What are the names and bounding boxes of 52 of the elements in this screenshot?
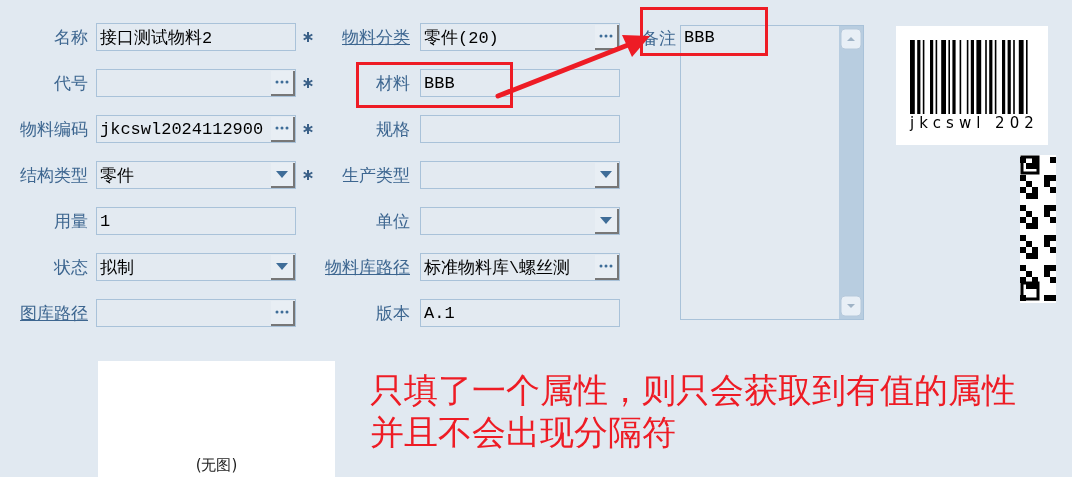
input-field[interactable] [420, 161, 620, 189]
field-label: 代号 [53, 71, 88, 95]
field-label: 单位 [375, 209, 410, 233]
ellipsis-button[interactable] [271, 70, 295, 96]
ellipsis-button[interactable] [595, 24, 619, 50]
field-label: 名称 [53, 25, 88, 49]
input-field[interactable] [96, 299, 296, 327]
annotation-text: 并且不会出现分隔符 [370, 411, 677, 453]
field-label: 生产类型 [341, 163, 410, 187]
ellipsis-button[interactable] [595, 254, 619, 280]
ellipsis-icon [275, 80, 289, 84]
input-field[interactable]: BBB [420, 69, 620, 97]
caret-icon [600, 170, 612, 178]
input-field[interactable]: 拟制 [96, 253, 296, 281]
field-label: 结构类型 [19, 163, 88, 187]
field-label[interactable]: 图库路径 [0, 301, 88, 325]
caret-icon [600, 216, 612, 224]
input-field[interactable]: 标准物料库\螺丝测 [420, 253, 620, 281]
no-image-caption: (无图) [195, 456, 238, 475]
ellipsis-icon [275, 126, 289, 130]
remark-textarea[interactable]: BBB [680, 25, 864, 320]
dropdown-button[interactable] [595, 208, 619, 234]
input-field[interactable]: A.1 [420, 299, 620, 327]
ellipsis-icon [599, 34, 613, 38]
ellipsis-icon [599, 264, 613, 268]
field-label[interactable]: 物料分类 [320, 25, 410, 49]
dropdown-button[interactable] [271, 254, 295, 280]
qr-code-icon [1020, 155, 1056, 303]
input-field[interactable] [420, 207, 620, 235]
ellipsis-button[interactable] [271, 116, 295, 142]
dropdown-button[interactable] [595, 162, 619, 188]
caret-icon [276, 170, 288, 178]
ellipsis-button[interactable] [271, 300, 295, 326]
field-label: 物料编码 [19, 117, 88, 141]
ellipsis-icon [275, 310, 289, 314]
input-field[interactable]: 接口测试物料2 [96, 23, 296, 51]
input-field[interactable]: 零件(20) [420, 23, 620, 51]
input-field[interactable] [420, 115, 620, 143]
field-label: 版本 [375, 301, 410, 325]
annotation-text: 只填了一个属性，则只会获取到有值的属性 [370, 369, 1016, 411]
caret-icon [276, 262, 288, 270]
field-label: 状态 [53, 255, 88, 279]
field-label: 规格 [375, 117, 410, 141]
barcode-caption: jkcswl 202 [910, 114, 1040, 132]
dropdown-button[interactable] [271, 162, 295, 188]
input-field[interactable]: 1 [96, 207, 296, 235]
input-field[interactable] [96, 69, 296, 97]
field-label[interactable]: 物料库路径 [320, 255, 410, 279]
input-field[interactable]: 零件 [96, 161, 296, 189]
field-label: 材料 [375, 71, 410, 95]
input-field[interactable]: jkcswl2024112900 [96, 115, 296, 143]
field-label: 用量 [53, 209, 88, 233]
